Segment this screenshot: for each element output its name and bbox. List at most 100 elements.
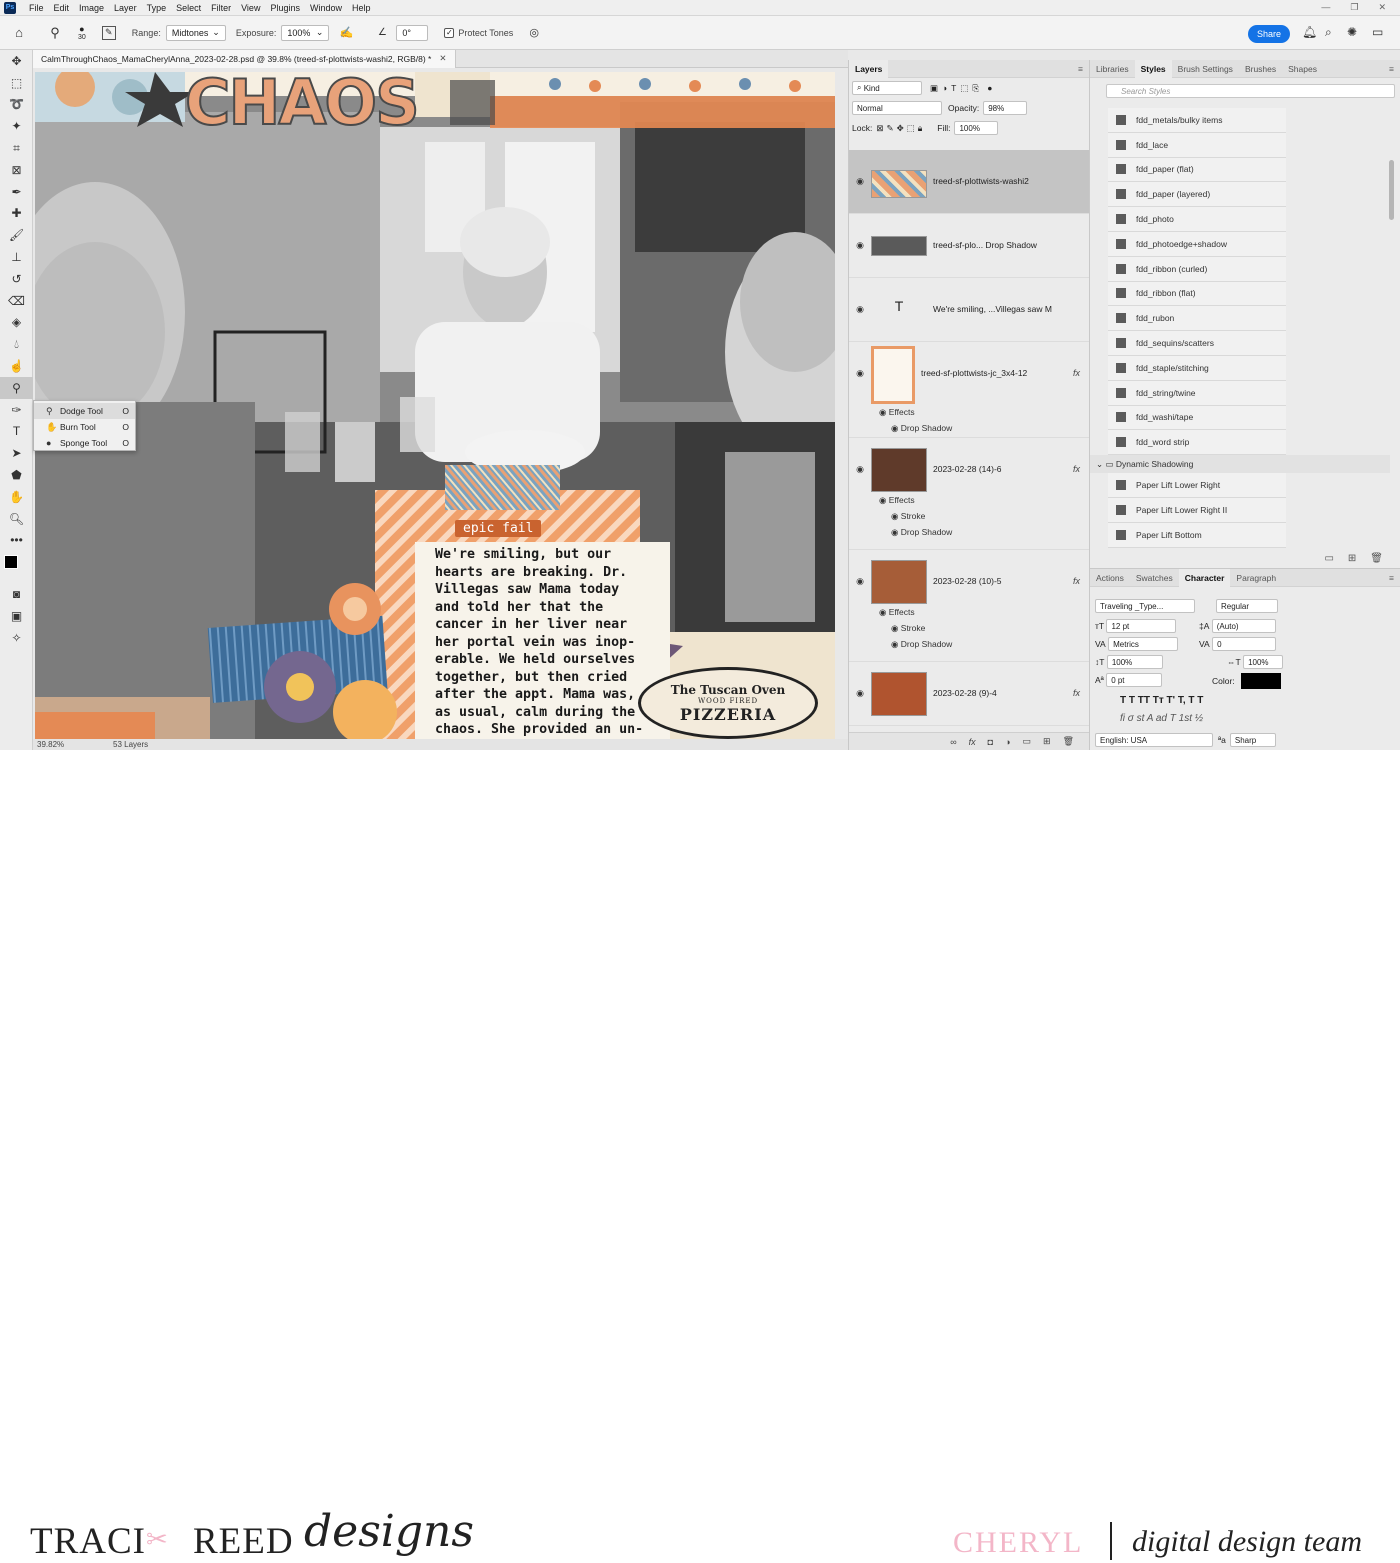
layer-name[interactable]: treed-sf-plottwists-washi2: [933, 150, 1029, 186]
style-item[interactable]: fdd_word strip: [1108, 430, 1286, 456]
style-item[interactable]: fdd_sequins/scatters: [1108, 331, 1286, 356]
layer-name[interactable]: treed-sf-plo... Drop Shadow: [933, 214, 1037, 250]
effect-drop-shadow[interactable]: ◉ Drop Shadow: [879, 636, 1090, 652]
layer-row[interactable]: ◉ treed-sf-plo... Drop Shadow: [849, 214, 1090, 278]
frame-tool-icon[interactable]: ⊠: [0, 159, 33, 181]
menu-filter[interactable]: Filter: [206, 3, 236, 13]
fx-icon[interactable]: fx: [1073, 464, 1080, 474]
menu-image[interactable]: Image: [74, 3, 109, 13]
layer-name[interactable]: 2023-02-28 (9)-4: [933, 662, 997, 698]
lightbulb-icon[interactable]: ✺: [1347, 25, 1357, 39]
tab-paragraph[interactable]: Paragraph: [1230, 573, 1282, 583]
folder-icon[interactable]: ▭: [1324, 553, 1333, 564]
panel-menu-icon[interactable]: ≡: [1078, 64, 1089, 74]
trash-icon[interactable]: 🗑︎: [1063, 736, 1074, 747]
style-item[interactable]: Paper Lift Lower Right II: [1108, 497, 1286, 523]
color-swatches[interactable]: [0, 551, 33, 583]
effect-stroke[interactable]: ◉ Stroke: [879, 620, 1090, 636]
new-layer-icon[interactable]: ⊞: [1043, 736, 1051, 747]
screen-mode-icon[interactable]: ▣: [0, 605, 33, 627]
dodge-tool-icon[interactable]: ⚲: [0, 376, 33, 399]
eye-icon[interactable]: ◉: [849, 278, 871, 315]
more-tools-icon[interactable]: •••: [0, 530, 33, 552]
style-item[interactable]: fdd_photo: [1108, 207, 1286, 232]
tracking-field[interactable]: VA 0: [1199, 637, 1277, 651]
lasso-tool-icon[interactable]: ➰: [0, 94, 33, 116]
search-icon[interactable]: ⌕: [1325, 25, 1332, 40]
blend-mode-select[interactable]: Normal: [852, 101, 942, 115]
style-item[interactable]: fdd_paper (layered): [1108, 182, 1286, 208]
minimize-icon[interactable]: —: [1321, 2, 1330, 13]
paint-bucket-tool-icon[interactable]: ◈: [0, 312, 33, 334]
text-color-swatch[interactable]: [1240, 673, 1281, 689]
healing-brush-tool-icon[interactable]: ✚: [0, 203, 33, 225]
language-select[interactable]: English: USA: [1095, 733, 1213, 747]
magic-wand-tool-icon[interactable]: ✦: [0, 115, 33, 137]
adjustment-layer-icon[interactable]: ◑: [1005, 737, 1010, 747]
eye-icon[interactable]: ◉: [849, 662, 871, 699]
fx-icon[interactable]: fx: [1073, 368, 1080, 378]
styles-scrollbar[interactable]: [1389, 160, 1394, 220]
effect-stroke[interactable]: ◉ Stroke: [879, 508, 1090, 524]
search-styles-input[interactable]: Search Styles: [1106, 84, 1395, 98]
layer-name[interactable]: We're smiling, ...Villegas saw M: [933, 278, 1052, 314]
tab-brushes[interactable]: Brushes: [1239, 64, 1282, 74]
menu-layer[interactable]: Layer: [109, 3, 142, 13]
tab-styles[interactable]: Styles: [1134, 59, 1172, 78]
bell-icon[interactable]: 🔔︎: [1302, 25, 1317, 39]
new-style-icon[interactable]: ⊞: [1348, 553, 1356, 564]
link-layers-icon[interactable]: ∞: [950, 737, 956, 747]
eraser-tool-icon[interactable]: ⌫: [0, 290, 33, 312]
trash-icon[interactable]: 🗑︎: [1370, 553, 1383, 564]
layer-name[interactable]: treed-sf-plottwists-jc_3x4-12: [921, 342, 1027, 404]
effect-drop-shadow[interactable]: ◉ Drop Shadow: [879, 524, 1090, 540]
style-item[interactable]: fdd_staple/stitching: [1108, 355, 1286, 381]
type-tool-icon[interactable]: T: [0, 421, 33, 443]
layer-row[interactable]: ◉ T We're smiling, ...Villegas saw M: [849, 278, 1090, 342]
opacity-field[interactable]: 98%: [983, 101, 1028, 115]
layer-row[interactable]: ◉ 2023-02-28 (9)-4 fx: [849, 662, 1090, 726]
marquee-tool-icon[interactable]: ⬚: [0, 72, 33, 94]
tab-actions[interactable]: Actions: [1090, 573, 1130, 583]
layer-row[interactable]: ◉ 2023-02-28 (10)-5 fx ◉ Effects ◉ Strok…: [849, 550, 1090, 662]
tab-shapes[interactable]: Shapes: [1282, 64, 1323, 74]
lock-icons[interactable]: ⊠✎✥⬚🔒︎: [876, 123, 925, 134]
eye-icon[interactable]: ◉: [849, 550, 871, 604]
blur-tool-icon[interactable]: 💧︎: [0, 333, 33, 355]
filter-type-icons[interactable]: ▣◑T⬚⎘: [930, 83, 983, 94]
font-family-select[interactable]: Traveling _Type...: [1095, 599, 1195, 613]
fx-icon[interactable]: fx: [1073, 688, 1080, 698]
kerning-field[interactable]: VA Metrics: [1095, 637, 1179, 651]
vertical-scale-field[interactable]: ↕T 100%: [1095, 655, 1163, 669]
flyout-sponge-tool[interactable]: ● Sponge Tool O: [34, 435, 135, 451]
layer-name[interactable]: 2023-02-28 (10)-5: [933, 550, 1002, 604]
eyedropper-tool-icon[interactable]: ✒: [0, 181, 33, 203]
history-brush-tool-icon[interactable]: ↺: [0, 268, 33, 290]
document-tab[interactable]: CalmThroughChaos_MamaCherylAnna_2023-02-…: [33, 49, 456, 68]
document-canvas[interactable]: CHAOS epic fail We're smiling, but our h…: [35, 72, 835, 739]
style-item[interactable]: Paper Lift Bottom: [1108, 522, 1286, 548]
eye-icon[interactable]: ◉: [849, 214, 871, 251]
exposure-field[interactable]: 100% ⌄: [281, 24, 330, 41]
share-button[interactable]: Share: [1248, 25, 1290, 43]
maximize-icon[interactable]: ❐: [1350, 2, 1358, 13]
style-folder[interactable]: ⌄ ▭ Dynamic Shadowing: [1090, 455, 1390, 474]
dodge-tool-preset-icon[interactable]: ⚲: [46, 24, 64, 42]
angle-field[interactable]: 0°: [396, 24, 429, 41]
zoom-tool-icon[interactable]: 🔍︎: [0, 508, 33, 530]
path-selection-tool-icon[interactable]: ➤: [0, 442, 33, 464]
clone-stamp-tool-icon[interactable]: ⊥: [0, 246, 33, 268]
crop-tool-icon[interactable]: ⌗: [0, 137, 33, 159]
eye-icon[interactable]: ◉: [849, 150, 871, 187]
filter-toggle-icon[interactable]: ●: [987, 83, 992, 93]
font-size-field[interactable]: ᴛT 12 pt: [1095, 619, 1177, 633]
menu-help[interactable]: Help: [347, 3, 376, 13]
fill-field[interactable]: 100%: [954, 121, 999, 135]
leading-field[interactable]: ‡A (Auto): [1199, 619, 1276, 633]
horizontal-scale-field[interactable]: ⇔T 100%: [1227, 655, 1284, 669]
menu-plugins[interactable]: Plugins: [265, 3, 305, 13]
quick-mask-icon[interactable]: ◙: [0, 583, 33, 605]
antialias-select[interactable]: ªa Sharp: [1218, 733, 1276, 747]
panel-menu-icon[interactable]: ≡: [1389, 64, 1400, 74]
shape-tool-icon[interactable]: ⬟: [0, 464, 33, 486]
